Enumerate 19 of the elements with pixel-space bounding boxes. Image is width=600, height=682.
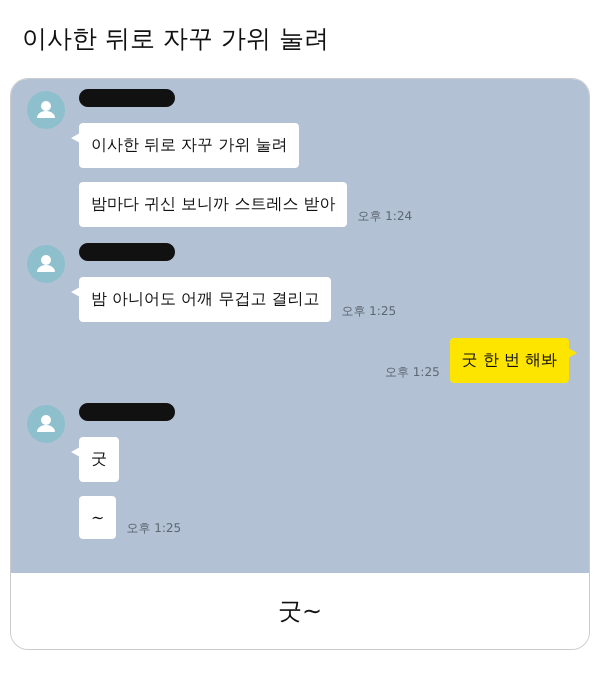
message-bubble: 굿 한 번 해봐 [450, 338, 569, 383]
post-title: 이사한 뒤로 자꾸 가위 눌려 [22, 23, 329, 55]
caption: 굿~ [278, 596, 322, 627]
bubble-tail [71, 133, 80, 143]
message-bubble: 굿 [79, 437, 119, 482]
bubble-tail [568, 348, 577, 358]
message-time: 오후 1:25 [126, 520, 182, 537]
avatar-icon [27, 245, 65, 283]
bubble-tail [71, 287, 80, 297]
message-bubble: ~ [79, 496, 116, 539]
avatar-icon [27, 405, 65, 443]
message-bubble: 이사한 뒤로 자꾸 가위 눌려 [79, 123, 300, 168]
avatar-icon [27, 91, 65, 129]
message-time: 오후 1:24 [357, 208, 412, 225]
message-bubble: 밤 아니어도 어깨 무겁고 결리고 [79, 277, 332, 322]
message-time: 오후 1:25 [384, 364, 440, 381]
message-bubble: 밤마다 귀신 보니까 스트레스 받아 [79, 182, 348, 227]
bubble-tail [71, 447, 80, 457]
message-time: 오후 1:25 [341, 303, 396, 320]
